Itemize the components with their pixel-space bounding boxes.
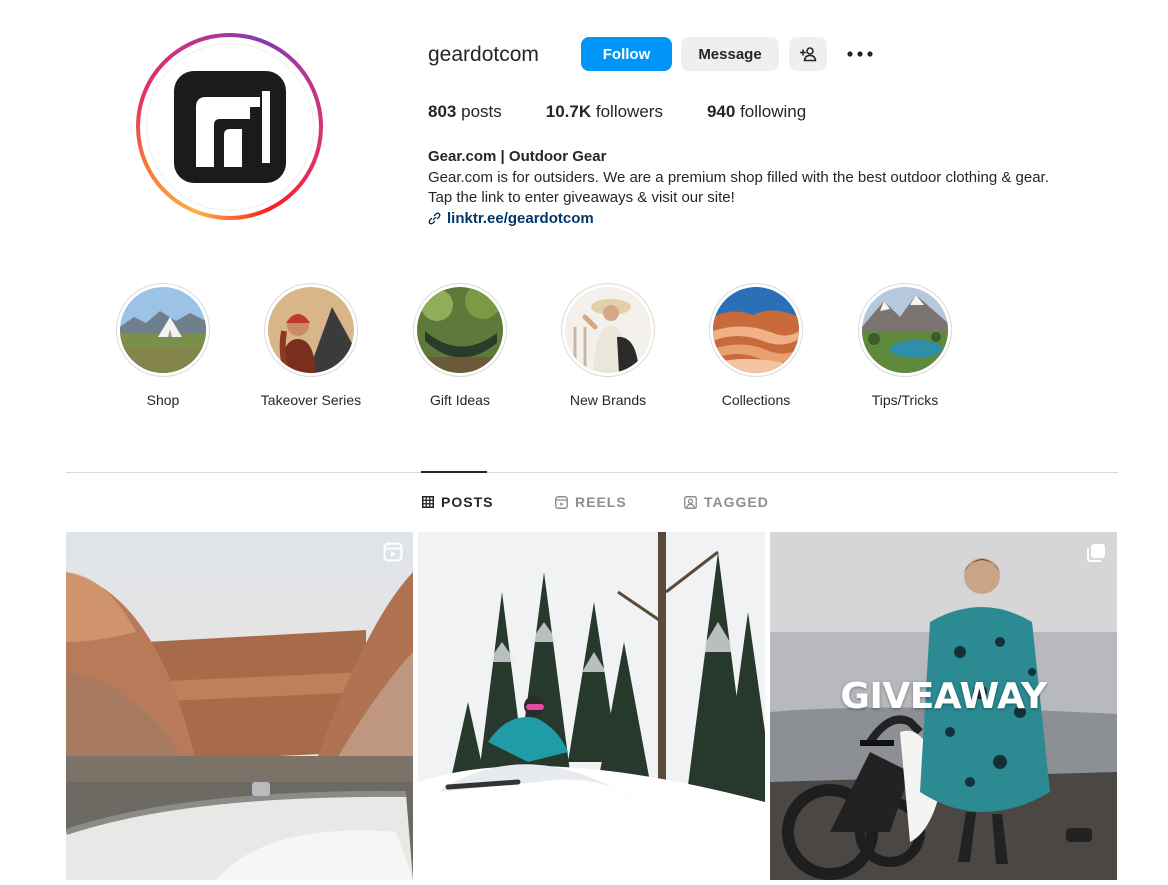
add-user-icon <box>800 47 817 62</box>
bio-description-line: Gear.com is for outsiders. We are a prem… <box>428 168 1049 186</box>
tab-tagged[interactable]: TAGGED <box>684 494 769 510</box>
highlight-label: Tips/Tricks <box>871 392 939 408</box>
highlight-collections[interactable]: Collections <box>696 283 816 408</box>
highlight-cover-image <box>120 287 206 373</box>
following-stat[interactable]: 940 following <box>707 102 806 122</box>
carousel-icon <box>1087 544 1105 562</box>
highlight-new-brands[interactable]: New Brands <box>548 283 668 408</box>
following-stat-label: following <box>740 102 807 121</box>
post-image <box>66 532 413 880</box>
highlight-takeover-series[interactable]: Takeover Series <box>251 283 371 408</box>
more-horizontal-icon <box>847 51 873 57</box>
highlight-ring <box>413 283 507 377</box>
profile-username: geardotcom <box>428 43 539 66</box>
post-thumbnail[interactable]: GIVEAWAY <box>770 532 1117 880</box>
post-image <box>418 532 765 880</box>
post-overlay-text: GIVEAWAY <box>840 676 1047 717</box>
highlight-label: Collections <box>721 392 791 408</box>
tab-posts[interactable]: POSTS <box>422 494 493 510</box>
story-ring[interactable] <box>136 33 323 220</box>
avatar[interactable] <box>145 42 314 211</box>
follow-button[interactable]: Follow <box>581 37 672 71</box>
highlight-cover-image <box>268 287 354 373</box>
highlight-ring <box>116 283 210 377</box>
profile-bio: Gear.com | Outdoor Gear Gear.com is for … <box>428 147 1128 229</box>
highlight-label: New Brands <box>569 392 647 408</box>
highlight-ring <box>709 283 803 377</box>
tagged-icon <box>684 495 697 509</box>
highlight-label: Takeover Series <box>260 392 362 408</box>
highlight-gift-ideas[interactable]: Gift Ideas <box>400 283 520 408</box>
tab-label: REELS <box>575 494 627 510</box>
highlight-cover-image <box>565 287 651 373</box>
highlight-cover-image <box>713 287 799 373</box>
highlight-ring <box>264 283 358 377</box>
posts-count: 803 <box>428 102 457 121</box>
tab-label: TAGGED <box>704 494 769 510</box>
highlight-ring <box>561 283 655 377</box>
highlight-cover-image <box>417 287 503 373</box>
link-icon <box>428 212 441 225</box>
posts-stat: 803 posts <box>428 102 502 122</box>
gear-logo-icon <box>173 70 286 183</box>
following-count: 940 <box>706 102 736 121</box>
post-thumbnail[interactable] <box>66 532 413 880</box>
posts-stat-label: posts <box>461 102 502 121</box>
carousel-badge <box>1085 542 1107 564</box>
highlight-label: Shop <box>146 392 180 408</box>
tab-label: POSTS <box>441 494 494 510</box>
bio-link[interactable]: linktr.ee/geardotcom <box>428 209 1128 230</box>
suggested-accounts-button[interactable] <box>789 37 827 71</box>
tabs-divider <box>66 472 1118 473</box>
bio-link-text[interactable]: linktr.ee/geardotcom <box>447 209 594 230</box>
followers-stat[interactable]: 10.7K followers <box>546 102 663 122</box>
reel-badge <box>383 542 403 562</box>
followers-count: 10.7K <box>545 102 592 121</box>
bio-description-line: Tap the link to enter giveaways & visit … <box>428 189 735 206</box>
followers-stat-label: followers <box>595 102 663 121</box>
bio-display-name: Gear.com | Outdoor Gear <box>428 148 607 165</box>
highlight-cover-image <box>862 287 948 373</box>
highlight-shop[interactable]: Shop <box>103 283 223 408</box>
grid-icon <box>422 496 434 508</box>
highlight-label: Gift Ideas <box>430 392 490 408</box>
tab-reels[interactable]: REELS <box>555 494 627 510</box>
active-tab-indicator <box>421 471 487 473</box>
profile-stats: 803 posts 10.7K followers 940 following <box>428 102 850 122</box>
more-options-button[interactable] <box>842 37 878 71</box>
message-button[interactable]: Message <box>681 37 779 71</box>
highlight-ring <box>858 283 952 377</box>
reel-icon <box>383 542 403 562</box>
post-thumbnail[interactable] <box>418 532 765 880</box>
highlight-tips-tricks[interactable]: Tips/Tricks <box>845 283 965 408</box>
avatar-frame <box>140 37 319 216</box>
reels-icon <box>555 495 568 509</box>
